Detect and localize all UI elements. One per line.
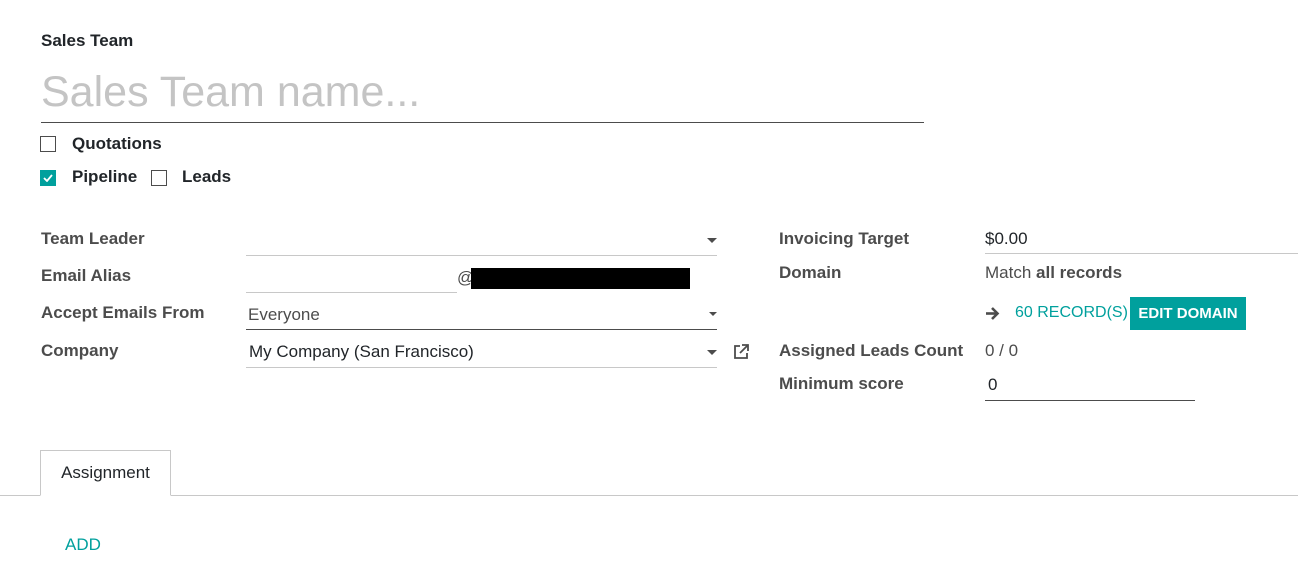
chevron-down-icon xyxy=(707,350,717,355)
leads-label: Leads xyxy=(182,167,232,186)
add-line-button[interactable]: ADD xyxy=(65,535,101,555)
pipeline-checkbox[interactable] xyxy=(40,170,56,186)
quotations-checkbox[interactable] xyxy=(40,136,56,152)
edit-domain-button[interactable]: EDIT DOMAIN xyxy=(1130,297,1246,330)
chevron-down-icon xyxy=(709,312,717,316)
arrow-right-icon xyxy=(986,307,1000,320)
invoicing-target-input[interactable]: $0.00 xyxy=(985,226,1298,254)
records-count-link[interactable]: 60 RECORD(S) xyxy=(1015,304,1128,322)
accept-emails-from-value: Everyone xyxy=(248,305,320,324)
company-select[interactable]: My Company (San Francisco) xyxy=(246,338,717,368)
chevron-down-icon xyxy=(707,238,717,243)
assigned-leads-count-value: 0 / 0 xyxy=(985,341,1019,360)
minimum-score-label: Minimum score xyxy=(779,374,904,393)
minimum-score-input[interactable]: 0 xyxy=(985,371,1195,401)
domain-prefix: Match xyxy=(985,263,1037,282)
sales-team-name-input[interactable] xyxy=(41,58,924,123)
accept-emails-from-label: Accept Emails From xyxy=(41,303,205,322)
assigned-leads-count-label: Assigned Leads Count xyxy=(779,341,964,360)
team-leader-label: Team Leader xyxy=(41,229,145,248)
leads-checkbox[interactable] xyxy=(151,170,167,186)
check-icon xyxy=(43,174,53,182)
quotations-label: Quotations xyxy=(72,134,162,153)
domain-summary: Match all records xyxy=(985,263,1122,283)
tab-assignment[interactable]: Assignment xyxy=(40,450,171,496)
pipeline-label: Pipeline xyxy=(72,167,138,186)
invoicing-target-label: Invoicing Target xyxy=(779,229,910,248)
company-value: My Company (San Francisco) xyxy=(249,342,474,361)
invoicing-target-value: $0.00 xyxy=(985,229,1028,248)
accept-emails-from-select[interactable]: Everyone xyxy=(246,300,717,330)
domain-value: all records xyxy=(1036,263,1123,282)
sales-team-title-label: Sales Team xyxy=(41,31,134,50)
redacted-domain-block xyxy=(471,268,690,289)
company-label: Company xyxy=(41,341,119,360)
team-leader-select[interactable] xyxy=(246,226,717,256)
minimum-score-value: 0 xyxy=(988,375,998,394)
external-link-icon[interactable] xyxy=(732,343,750,361)
tabs-divider xyxy=(0,495,1298,496)
email-alias-input[interactable] xyxy=(246,263,457,293)
email-alias-label: Email Alias xyxy=(41,266,132,285)
domain-label: Domain xyxy=(779,263,842,282)
